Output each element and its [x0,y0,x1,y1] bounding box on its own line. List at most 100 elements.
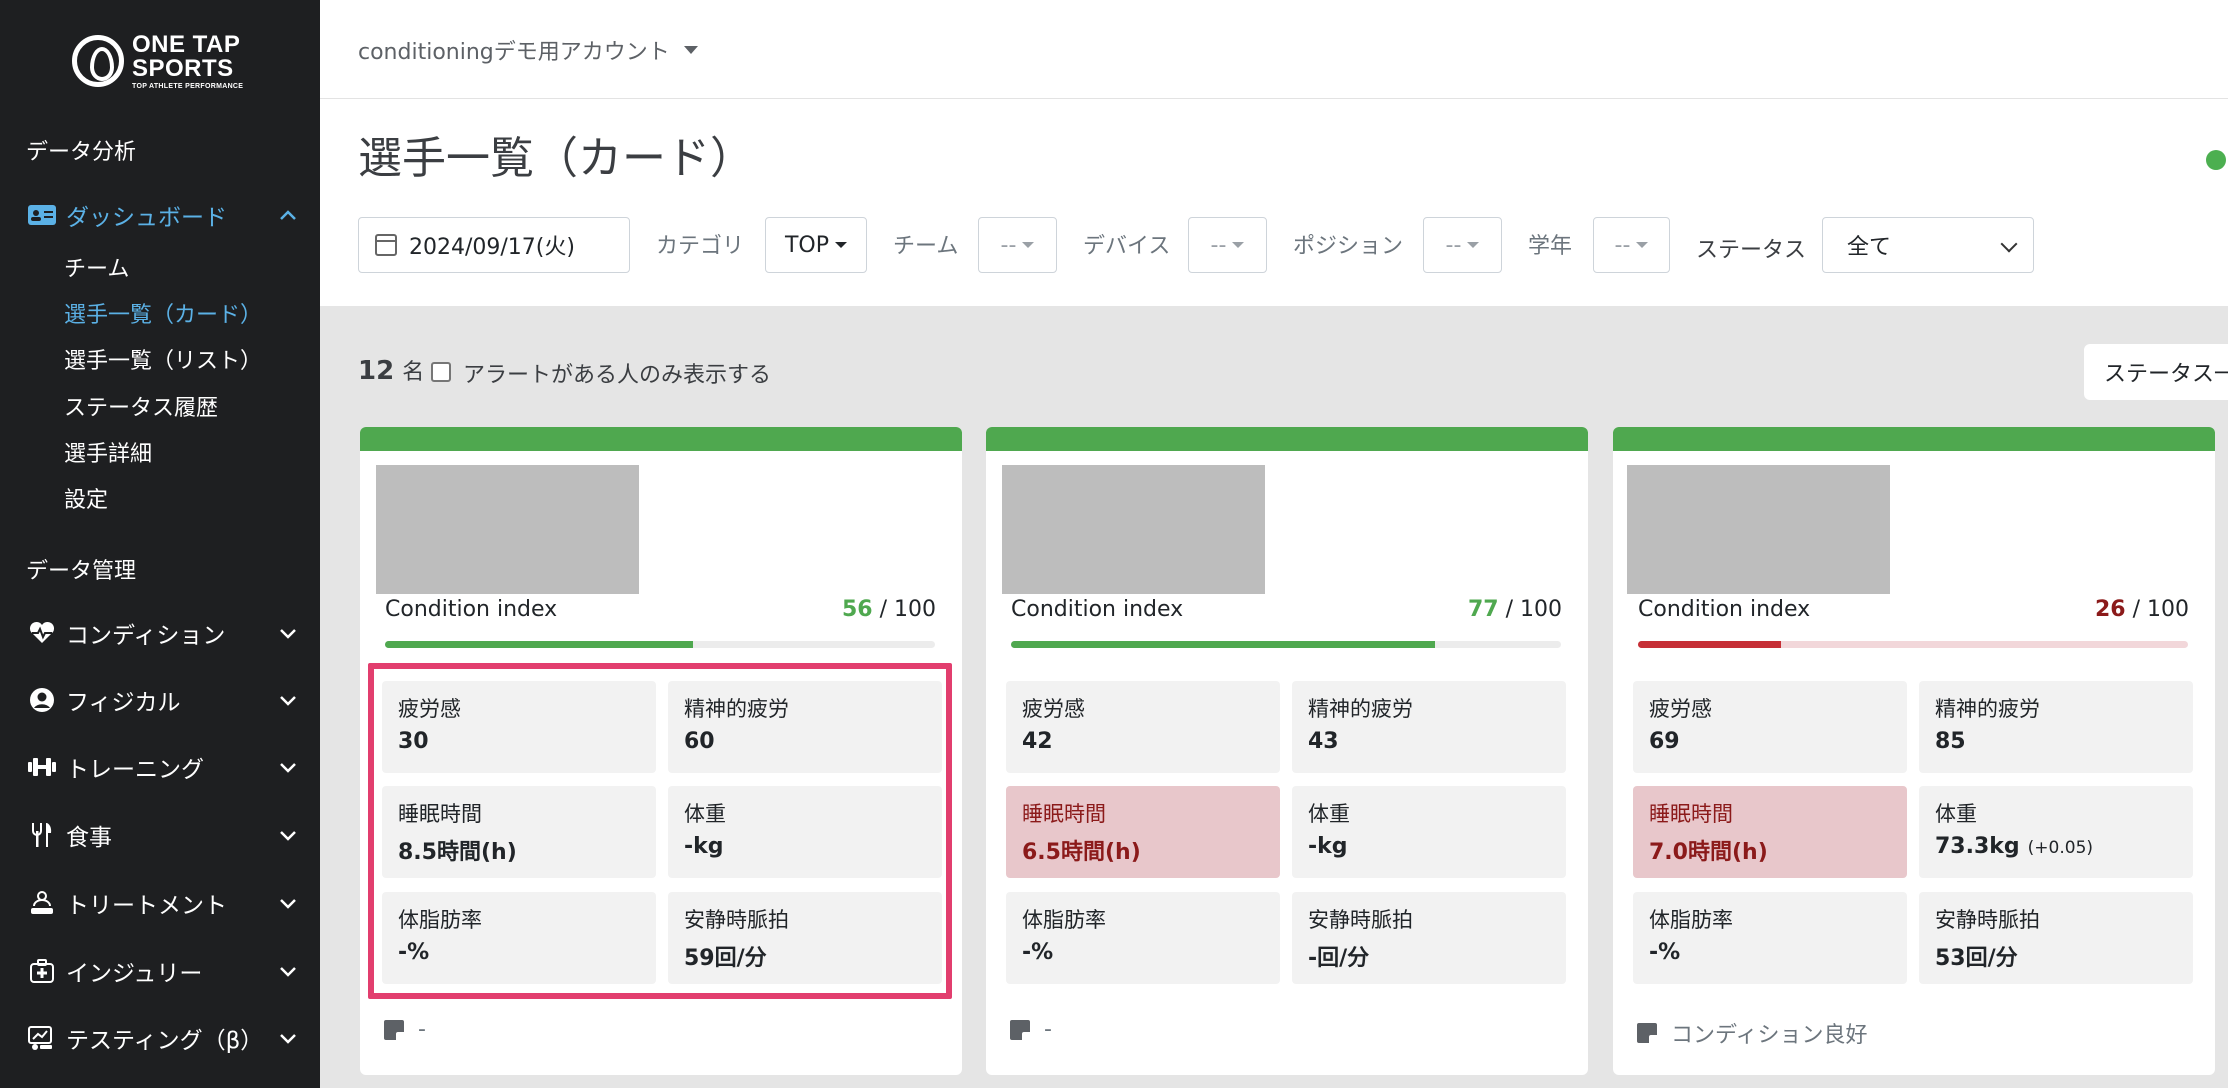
sidebar-item-settings[interactable]: 設定 [64,482,108,514]
date-picker[interactable]: 2024/09/17(火) [358,217,630,273]
category-label: カテゴリ [656,234,745,259]
metric-label: 安静時脈拍 [684,908,789,932]
sidebar-item-player-list-card[interactable]: 選手一覧（カード） [64,297,262,329]
team-dropdown[interactable]: -- [978,217,1057,273]
caret-down-icon [1467,242,1480,248]
player-card[interactable]: Condition index 77 / 100 疲労感 42 精神的疲労 43… [986,427,1588,1075]
metric-mental-fatigue: 精神的疲労 43 [1292,681,1566,773]
device-dropdown[interactable]: -- [1188,217,1267,273]
chevron-down-icon[interactable] [278,893,298,913]
sidebar-item-player-detail[interactable]: 選手詳細 [64,436,152,468]
sidebar-item-condition-label: コンディション [66,623,226,649]
sidebar-item-team[interactable]: チーム [64,251,129,283]
sidebar-item-status-history[interactable]: ステータス履歴 [64,390,218,422]
metric-value: -kg [684,834,724,859]
chevron-down-icon[interactable] [278,961,298,981]
position-dropdown[interactable]: -- [1423,217,1502,273]
one-tap-sports-logo[interactable]: ONE TAP SPORTS TOP ATHLETE PERFORMANCE [72,30,252,90]
sidebar-item-physical[interactable]: フィジカル [26,680,298,720]
chevron-down-icon[interactable] [278,623,298,643]
condition-index-bar-fill [1011,641,1435,648]
memo-text: - [1044,1017,1052,1042]
alert-only-checkbox[interactable] [431,362,451,382]
chevron-down-icon[interactable] [278,825,298,845]
weight-value: 73.3kg [1935,834,2020,859]
note-icon [1010,1019,1030,1040]
device-value: -- [1210,232,1227,258]
player-count: 12 名 [358,354,424,386]
team-value: -- [1000,232,1017,258]
sidebar-item-condition[interactable]: コンディション [26,613,298,653]
metric-label: 疲労感 [1022,697,1085,721]
player-card[interactable]: Condition index 26 / 100 疲労感 69 精神的疲労 85… [1613,427,2215,1075]
metric-label: 精神的疲労 [1308,697,1413,721]
card-memo: - [1010,1017,1052,1042]
metric-value: -% [1649,940,1681,965]
sidebar-item-player-list-list[interactable]: 選手一覧（リスト） [64,343,262,375]
grade-dropdown[interactable]: -- [1593,217,1670,273]
sidebar-item-training[interactable]: トレーニング [26,747,298,787]
grade-value: -- [1614,232,1631,258]
category-value: TOP [784,232,830,258]
metric-label: 体脂肪率 [398,908,482,932]
utensils-icon [26,821,58,849]
sidebar-item-testing[interactable]: テスティング（β） [26,1018,298,1058]
sidebar-item-injury-label: インジュリー [66,961,203,987]
user-circle-icon [26,686,58,714]
metric-value: 53回/分 [1935,946,2018,971]
top-bar: conditioningデモ用アカウント [320,0,2228,99]
metric-body-fat: 体脂肪率 -% [1633,892,1907,984]
condition-index-bar [1011,641,1561,648]
account-switcher[interactable]: conditioningデモ用アカウント [358,34,698,66]
account-name: conditioningデモ用アカウント [358,40,670,65]
calendar-icon [375,234,397,256]
metric-value: 42 [1022,729,1053,754]
metric-sleep-time: 睡眠時間 8.5時間(h) [382,786,656,878]
metric-body-fat: 体脂肪率 -% [382,892,656,984]
metric-value: 69 [1649,729,1680,754]
metric-weight: 体重 -kg [1292,786,1566,878]
chevron-down-icon[interactable] [278,690,298,710]
metric-label: 睡眠時間 [1022,802,1106,826]
category-dropdown[interactable]: TOP [765,217,867,273]
metric-mental-fatigue: 精神的疲労 85 [1919,681,2193,773]
metric-body-fat: 体脂肪率 -% [1006,892,1280,984]
player-card[interactable]: Condition index 56 / 100 疲労感 30 精神的疲労 60… [360,427,962,1075]
status-label: ステータス [1696,238,1807,263]
logo-text-line1: ONE TAP [132,30,241,58]
sidebar-item-injury[interactable]: インジュリー [26,951,298,991]
alert-only-label[interactable]: アラートがある人のみ表示する [463,357,771,389]
id-card-icon [26,201,58,229]
sidebar-item-treatment[interactable]: トリートメント [26,883,298,923]
condition-index-bar-fill [385,641,693,648]
sidebar-item-meal-label: 食事 [66,825,112,851]
metric-resting-heart-rate: 安静時脈拍 59回/分 [668,892,942,984]
metric-label: 安静時脈拍 [1935,908,2040,932]
metric-value: 59回/分 [684,946,767,971]
caret-down-icon [1636,242,1649,248]
sidebar-item-meal[interactable]: 食事 [26,815,298,855]
chevron-down-icon[interactable] [278,1028,298,1048]
metric-label: 体重 [1308,802,1350,826]
logo-text-line2: SPORTS [132,54,234,82]
status-button[interactable]: ステータス一 [2084,344,2228,400]
page-title: 選手一覧（カード） [358,133,754,184]
note-icon [1637,1023,1657,1043]
status-select[interactable]: 全て [1822,217,2034,273]
position-value: -- [1445,232,1462,258]
device-label: デバイス [1083,234,1171,259]
memo-text: コンディション良好 [1671,1023,1868,1048]
condition-index-bar [385,641,935,648]
card-status-bar [360,427,962,451]
status-indicator-dot [2206,150,2226,170]
sidebar-item-treatment-label: トリートメント [66,893,227,919]
metric-value: -% [1022,940,1054,965]
condition-index-max: / 100 [1505,597,1562,622]
chevron-up-icon[interactable] [278,205,298,225]
metric-value: 85 [1935,729,1966,754]
sidebar-item-dashboard[interactable]: ダッシュボード [26,195,298,235]
condition-index-value: 26 [2094,597,2126,622]
dumbbell-icon [26,753,58,781]
player-photo [1002,465,1265,594]
chevron-down-icon[interactable] [278,757,298,777]
